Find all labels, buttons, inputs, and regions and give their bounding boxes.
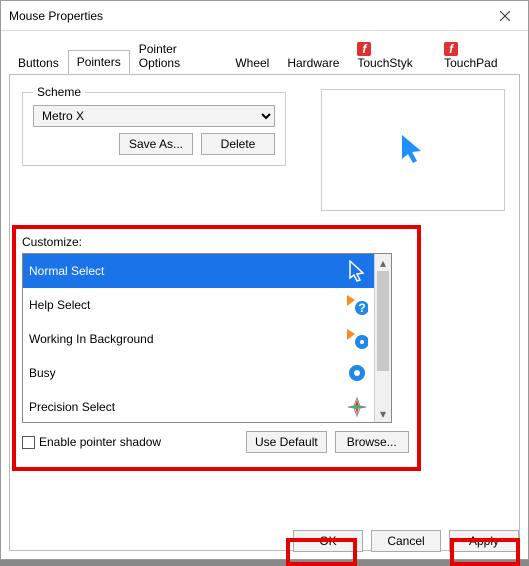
pointer-shadow-row: Enable pointer shadow xyxy=(22,435,161,449)
precision-cursor-icon xyxy=(346,396,368,418)
ok-button[interactable]: OK xyxy=(293,530,363,552)
save-as-button[interactable]: Save As... xyxy=(119,133,193,155)
apply-button[interactable]: Apply xyxy=(449,530,519,552)
tab-hardware[interactable]: Hardware xyxy=(278,51,348,74)
dialog-buttons: OK Cancel Apply xyxy=(293,530,519,552)
busy-cursor-icon xyxy=(346,362,368,384)
svg-text:?: ? xyxy=(358,301,365,315)
close-icon xyxy=(500,11,510,21)
scroll-thumb[interactable] xyxy=(377,271,389,371)
list-item-precision-select[interactable]: Precision Select xyxy=(23,390,374,422)
working-cursor-icon xyxy=(346,328,368,350)
mouse-properties-window: Mouse Properties Buttons Pointers Pointe… xyxy=(0,0,529,560)
tab-touchpad[interactable]: fTouchPad xyxy=(435,37,520,74)
help-cursor-icon: ? xyxy=(346,294,368,316)
close-button[interactable] xyxy=(482,1,528,31)
listbox-scrollbar[interactable]: ▴ ▾ xyxy=(374,254,391,422)
tabstrip: Buttons Pointers Pointer Options Wheel H… xyxy=(1,31,528,74)
cursor-preview xyxy=(321,89,505,211)
scroll-down-button[interactable]: ▾ xyxy=(375,405,391,422)
scheme-group: Scheme Metro X Save As... Delete xyxy=(22,85,286,166)
pointer-shadow-checkbox[interactable] xyxy=(22,436,35,449)
tab-pointer-options[interactable]: Pointer Options xyxy=(130,37,227,74)
cursor-listbox[interactable]: Normal Select Help Select ? Working In B… xyxy=(22,253,392,423)
tab-wheel[interactable]: Wheel xyxy=(226,51,278,74)
synaptics-icon: f xyxy=(357,42,371,56)
tab-touchstyk[interactable]: fTouchStyk xyxy=(348,37,435,74)
arrow-cursor-icon xyxy=(399,133,427,167)
use-default-button[interactable]: Use Default xyxy=(246,431,327,453)
scheme-legend: Scheme xyxy=(33,85,85,99)
scroll-up-button[interactable]: ▴ xyxy=(375,254,391,271)
cancel-button[interactable]: Cancel xyxy=(371,530,441,552)
cursor-list-items: Normal Select Help Select ? Working In B… xyxy=(23,254,374,422)
list-item-normal-select[interactable]: Normal Select xyxy=(23,254,374,288)
customize-label: Customize: xyxy=(22,235,82,249)
tab-pointers[interactable]: Pointers xyxy=(68,50,130,74)
list-item-working-background[interactable]: Working In Background xyxy=(23,322,374,356)
list-item-busy[interactable]: Busy xyxy=(23,356,374,390)
tab-buttons[interactable]: Buttons xyxy=(9,51,68,74)
window-title: Mouse Properties xyxy=(9,9,103,23)
pointer-shadow-label: Enable pointer shadow xyxy=(39,435,161,449)
browse-button[interactable]: Browse... xyxy=(335,431,409,453)
arrow-cursor-icon xyxy=(346,260,368,282)
delete-button[interactable]: Delete xyxy=(201,133,275,155)
titlebar: Mouse Properties xyxy=(1,1,528,31)
tab-body: Scheme Metro X Save As... Delete Customi… xyxy=(9,74,520,551)
list-item-help-select[interactable]: Help Select ? xyxy=(23,288,374,322)
synaptics-icon: f xyxy=(444,42,458,56)
scheme-select[interactable]: Metro X xyxy=(33,105,275,127)
